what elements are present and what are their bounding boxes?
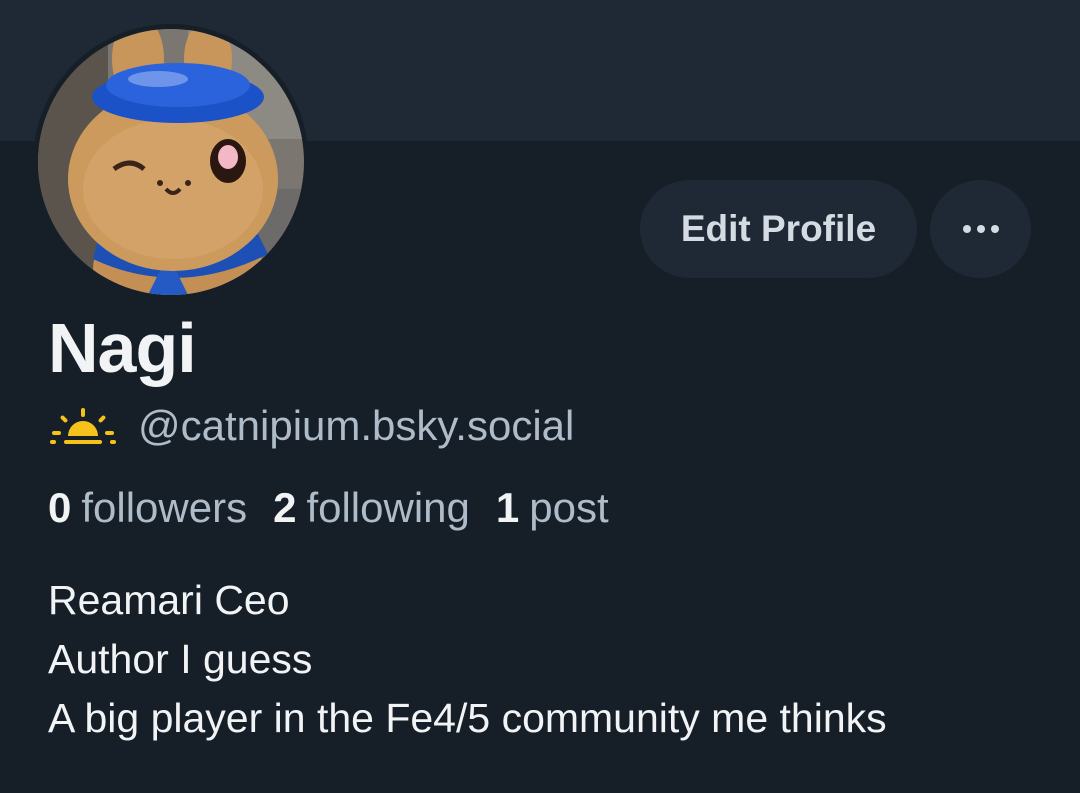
ellipsis-icon [976,225,985,233]
following-count: 2 [273,484,297,531]
bio-line: A big player in the Fe4/5 community me t… [48,695,887,741]
following-label: following [306,484,470,531]
posts-count: 1 [495,484,520,531]
profile-stats: 0 followers 2 following 1 post [48,480,635,536]
edit-profile-button[interactable]: Edit Profile [640,180,917,278]
posts-stat: 1 post [496,480,609,536]
bio-line: Author I guess [48,636,313,682]
ellipsis-icon [990,225,999,233]
profile-handle[interactable]: @catnipium.bsky.social [138,398,574,454]
following-stat[interactable]: 2 following [273,480,470,536]
followers-stat[interactable]: 0 followers [48,480,247,536]
followers-count: 0 [48,484,72,531]
posts-label: post [529,484,609,531]
bio-line: Reamari Ceo [48,577,290,623]
sunrise-icon [50,408,116,444]
followers-label: followers [81,484,248,531]
handle-row: @catnipium.bsky.social [48,398,574,454]
more-options-button[interactable] [930,180,1031,278]
avatar[interactable] [33,24,309,300]
ellipsis-icon [962,225,971,233]
display-name: Nagi [48,309,197,387]
profile-bio: Reamari Ceo Author I guess A big player … [48,571,887,748]
plush-bear-avatar-icon [38,29,304,295]
